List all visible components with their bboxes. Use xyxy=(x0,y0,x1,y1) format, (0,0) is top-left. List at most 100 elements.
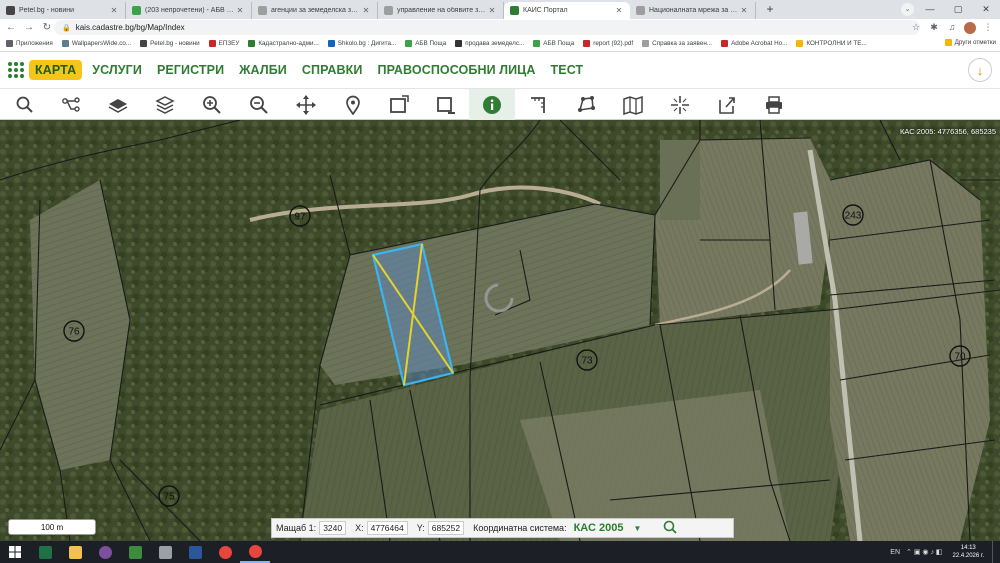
excel-taskbar-button[interactable] xyxy=(30,541,60,563)
download-icon: ↓ xyxy=(976,62,984,78)
dropdown-caret-icon[interactable]: ▼ xyxy=(633,524,641,533)
chrome-icon xyxy=(248,544,262,558)
nav-item[interactable]: КАРТА xyxy=(29,60,83,80)
clock-time: 14:13 xyxy=(960,545,976,551)
browser-tab[interactable]: (203 непрочетени) - АБВ поща ✕ xyxy=(126,2,252,19)
browser-tab[interactable]: Petel.bg - новини ✕ xyxy=(0,2,126,19)
apps-grid-icon[interactable] xyxy=(8,62,24,78)
forward-icon[interactable]: → xyxy=(22,21,36,35)
bookmark-item[interactable]: АБВ Поща xyxy=(405,40,446,47)
chrome-taskbar-button[interactable] xyxy=(240,541,270,563)
start-icon[interactable] xyxy=(0,541,30,563)
nav-item[interactable]: ТЕСТ xyxy=(551,63,584,77)
bookmark-item[interactable]: ЕПЗЕУ xyxy=(208,40,239,47)
media-icon[interactable]: ♫ xyxy=(946,21,958,34)
app-taskbar-button[interactable] xyxy=(120,541,150,563)
close-icon[interactable]: ✕ xyxy=(739,6,749,15)
clock-date: 22.4.2026 г. xyxy=(952,553,984,559)
zoom-out-tool[interactable] xyxy=(236,89,282,120)
nav-item[interactable]: ЖАЛБИ xyxy=(239,63,287,77)
layer-tool[interactable] xyxy=(95,89,141,120)
other-bookmarks[interactable]: Други отметки xyxy=(944,39,996,46)
browser-tab[interactable]: агенции за земеделска земя ✕ xyxy=(252,2,378,19)
viber-taskbar-button[interactable] xyxy=(90,541,120,563)
clear-selection-tool[interactable] xyxy=(423,89,469,120)
viber-icon xyxy=(98,545,112,559)
export-tool[interactable] xyxy=(704,89,750,120)
back-icon[interactable]: ← xyxy=(4,21,18,35)
crosshair-icon xyxy=(671,95,689,114)
location-pin-tool[interactable] xyxy=(330,89,376,120)
explorer-taskbar-button[interactable] xyxy=(60,541,90,563)
nav-item[interactable]: СПРАВКИ xyxy=(302,63,363,77)
layers-stack-tool[interactable] xyxy=(142,89,188,120)
info-tool[interactable] xyxy=(469,89,515,120)
close-icon[interactable]: ✕ xyxy=(361,6,371,15)
print-tool[interactable] xyxy=(751,89,797,120)
select-rectangle-tool[interactable] xyxy=(376,89,422,120)
minimize-icon[interactable]: — xyxy=(916,0,944,19)
bookmark-item[interactable]: Shkolo.bg : Дигита... xyxy=(327,40,396,47)
browser-tab[interactable]: КАИС Портал ✕ xyxy=(504,2,630,19)
bookmark-item[interactable]: продава земеделс... xyxy=(455,40,524,47)
scale-input[interactable]: 3240 xyxy=(319,521,347,535)
clear-selection-icon xyxy=(437,96,455,114)
reload-icon[interactable]: ↻ xyxy=(40,21,54,35)
star-icon[interactable]: ☆ xyxy=(910,21,922,34)
search-tool[interactable] xyxy=(2,89,48,120)
export-icon xyxy=(719,96,735,114)
close-icon[interactable]: ✕ xyxy=(614,6,624,15)
bookmark-item[interactable]: report (92).pdf xyxy=(583,40,633,47)
pan-tool[interactable] xyxy=(283,89,329,120)
close-window-icon[interactable]: ✕ xyxy=(972,0,1000,19)
close-icon[interactable]: ✕ xyxy=(487,6,497,15)
coordinate-system-select[interactable]: КАС 2005 xyxy=(574,522,624,534)
site-navigation: КАРТА УСЛУГИ РЕГИСТРИ ЖАЛБИ СПРАВКИ ПРАВОСПОС… xyxy=(0,52,1000,89)
url-field[interactable]: 🔒 kais.cadastre.bg/bg/Map/Index xyxy=(54,20,920,35)
new-tab-button[interactable]: + xyxy=(762,2,778,18)
browser-tab[interactable]: управление на обявите за земя✕ xyxy=(378,2,504,19)
show-desktop[interactable] xyxy=(992,541,1000,563)
tab-search-icon[interactable]: ⌄ xyxy=(901,3,914,16)
bookmark-item[interactable]: Petel.bg - новини xyxy=(140,40,200,47)
keyboard-language[interactable]: EN xyxy=(890,549,900,556)
bookmark-item[interactable]: Справка за заявен... xyxy=(642,40,712,47)
nav-item[interactable]: РЕГИСТРИ xyxy=(157,63,224,77)
bookmark-favicon-icon xyxy=(327,40,335,47)
word-taskbar-button[interactable] xyxy=(180,541,210,563)
nav-item[interactable]: УСЛУГИ xyxy=(92,63,142,77)
bookmark-item[interactable]: АБВ Поща xyxy=(533,40,574,47)
map-tool[interactable] xyxy=(610,89,656,120)
x-input[interactable]: 4776464 xyxy=(366,521,408,535)
map-view[interactable]: 97 243 76 73 70 75 КАС 2005: 4776356, 685235 … xyxy=(0,120,1000,541)
maximize-icon[interactable]: ▢ xyxy=(944,0,972,19)
y-input[interactable]: 685252 xyxy=(427,521,465,535)
crosshair-tool[interactable] xyxy=(657,89,703,120)
bookmark-item[interactable]: Кадастрално-адми... xyxy=(248,40,319,47)
locate-search-icon[interactable] xyxy=(663,520,677,537)
browser-tab[interactable]: Националната мрежа за земеделие✕ xyxy=(630,2,756,19)
photos-taskbar-button[interactable] xyxy=(150,541,180,563)
bookmark-item[interactable]: Adobe Acrobat Ho... xyxy=(721,40,787,47)
map-status-bar: Мащаб 1: 3240 X: 4776464 Y: 685252 Коорд… xyxy=(271,518,734,538)
menu-icon[interactable]: ⋮ xyxy=(982,21,994,34)
close-icon[interactable]: ✕ xyxy=(109,6,119,15)
profile-avatar[interactable] xyxy=(964,21,976,34)
download-button[interactable]: ↓ xyxy=(968,58,992,82)
polygon-tool[interactable] xyxy=(563,89,609,120)
nav-item[interactable]: ПРАВОСПОСОБНИ ЛИЦА xyxy=(378,63,536,77)
layers-tree-tool[interactable] xyxy=(48,89,94,120)
extensions-icon[interactable]: ✱ xyxy=(928,21,940,34)
zoom-in-tool[interactable] xyxy=(189,89,235,120)
tab-favicon-icon xyxy=(636,6,645,15)
tray-icons[interactable]: ⌃ ▣ ◉ ♪ ◧ xyxy=(906,548,942,556)
clock[interactable]: 14:13 22.4.2026 г. xyxy=(953,544,984,560)
measure-tool[interactable] xyxy=(516,89,562,120)
map-canvas[interactable]: 97 243 76 73 70 75 xyxy=(0,120,1000,541)
bookmark-item[interactable]: WallpapersWide.co... xyxy=(61,40,131,47)
bookmark-item[interactable]: Приложения xyxy=(6,40,53,47)
bookmark-item[interactable]: КОНТРОЛНИ И ТЕ... xyxy=(796,40,867,47)
chrome-icon xyxy=(218,545,232,559)
chrome-taskbar-button[interactable] xyxy=(210,541,240,563)
close-icon[interactable]: ✕ xyxy=(235,6,245,15)
